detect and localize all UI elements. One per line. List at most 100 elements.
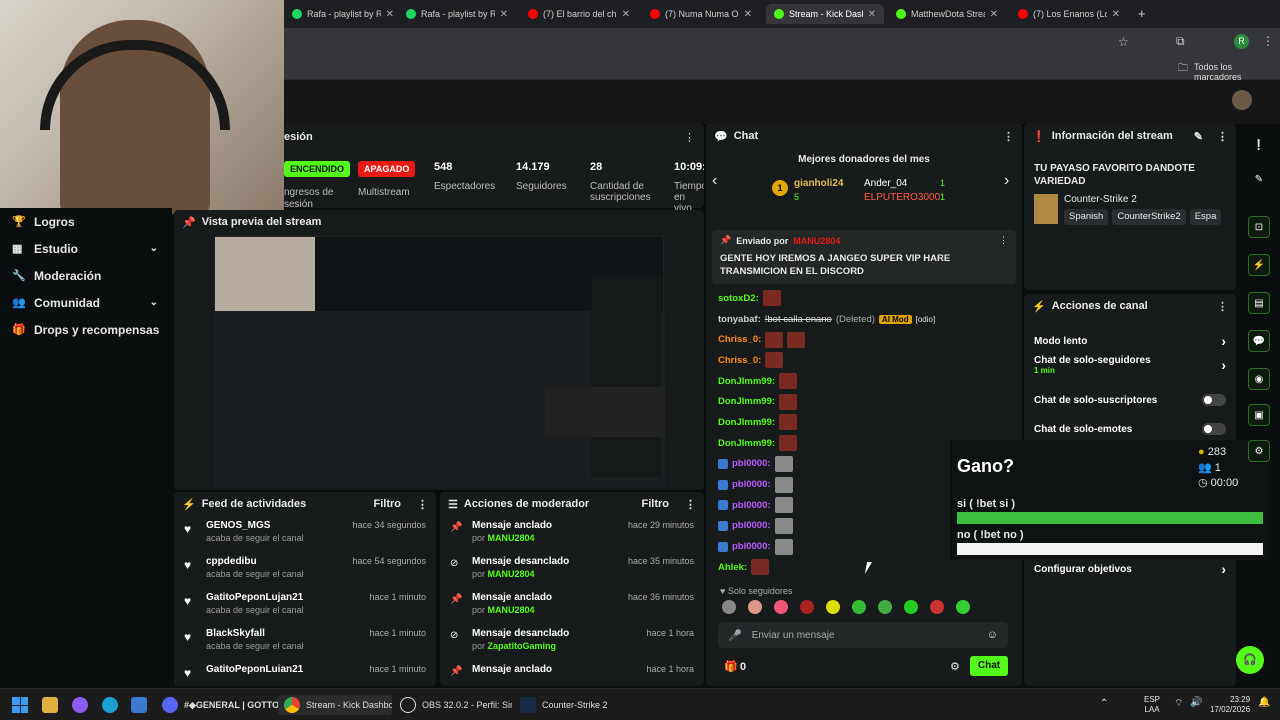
chevron-down-icon[interactable]: ⌄ [150, 243, 158, 254]
multistream-badge[interactable]: APAGADO [358, 161, 416, 177]
file-explorer-icon[interactable] [42, 697, 58, 713]
tab-close-icon[interactable]: ✕ [1112, 9, 1120, 20]
chat-username[interactable]: sotoxD2: [718, 293, 759, 304]
toggle-switch[interactable] [1202, 423, 1226, 435]
chat-send-button[interactable]: Chat [970, 656, 1008, 676]
emote-button[interactable] [774, 600, 788, 614]
emote-button[interactable] [930, 600, 944, 614]
sidebar-item[interactable]: 🎁 Drops y recompensas [0, 316, 172, 343]
activity-user[interactable]: BlackSkyfall [206, 628, 304, 639]
activity-user[interactable]: GENOS_MGS [206, 520, 304, 531]
chat-icon[interactable]: 💬 [1248, 330, 1270, 352]
tab-close-icon[interactable]: ✕ [622, 9, 630, 20]
emote-button[interactable] [878, 600, 892, 614]
emote-button[interactable] [800, 600, 814, 614]
activity-user[interactable]: GatitoPeponLuian21 [206, 664, 303, 675]
channel-action-row[interactable]: Modo lento › [1024, 330, 1236, 352]
channel-action-row[interactable]: Chat de solo-emotes [1024, 418, 1236, 440]
mod-action-user[interactable]: MANU2804 [488, 605, 535, 615]
tray-chevron-icon[interactable]: ⌃ [1100, 698, 1108, 709]
tray-lang[interactable]: ESP LAA [1144, 695, 1160, 715]
emote-button[interactable] [722, 600, 736, 614]
tab-close-icon[interactable]: ✕ [744, 9, 752, 20]
chat-username[interactable]: Ahlek: [718, 562, 747, 573]
chat-username[interactable]: pbl0000: [732, 541, 771, 552]
mod-action-user[interactable]: MANU2804 [488, 569, 535, 579]
channel-action-row[interactable]: Chat de solo-suscriptores [1024, 389, 1236, 411]
browser-tab[interactable]: (7) Numa Numa Origin ✕ [642, 4, 760, 24]
activity-user[interactable]: GatitoPeponLujan21 [206, 592, 304, 603]
sidebar-item[interactable]: 🏆 Logros [0, 208, 172, 235]
emote-button[interactable] [904, 600, 918, 614]
mod-action-user[interactable]: ZapatitoGaming [488, 641, 557, 651]
document-icon[interactable]: ▤ [1248, 292, 1270, 314]
emote-button[interactable] [852, 600, 866, 614]
chat-username[interactable]: DonJImm99: [718, 417, 775, 428]
stream-info-menu-icon[interactable]: ⋮ [1217, 130, 1228, 143]
chat-username[interactable]: pbl0000: [732, 520, 771, 531]
profile-avatar[interactable]: R [1234, 34, 1249, 49]
chat-username[interactable]: pbl0000: [732, 458, 771, 469]
notification-bell-icon[interactable]: 🔔 [1258, 697, 1270, 708]
mod-action-user[interactable]: MANU2804 [488, 533, 535, 543]
tray-clock[interactable]: 23:29 17/02/2026 [1210, 695, 1250, 715]
windows-start-icon[interactable] [12, 697, 28, 713]
edit-icon[interactable]: ✎ [1248, 168, 1270, 190]
chevron-right-icon[interactable]: › [1221, 333, 1226, 349]
tab-close-icon[interactable]: ✕ [500, 9, 508, 20]
new-tab-button[interactable]: + [1138, 6, 1146, 21]
chat-username[interactable]: Chriss_0: [718, 334, 761, 345]
toggle-switch[interactable] [1202, 394, 1226, 406]
user-avatar[interactable] [1232, 90, 1252, 110]
tab-close-icon[interactable]: ✕ [990, 9, 998, 20]
taskbar-chrome[interactable]: Stream - Kick Dashboar [278, 695, 392, 715]
browser-tab[interactable]: (7) Los Enanos (Los E ✕ [1010, 4, 1128, 24]
activity-filter-button[interactable]: Filtro [374, 498, 402, 510]
points-icon[interactable]: 🎁 [724, 660, 738, 673]
tab-close-icon[interactable]: ✕ [386, 9, 394, 20]
app-icon[interactable] [72, 697, 88, 713]
mic-icon[interactable]: 🎤 [728, 629, 742, 642]
mod-filter-button[interactable]: Filtro [642, 498, 670, 510]
chat-username[interactable]: pbl0000: [732, 479, 771, 490]
emote-button[interactable] [748, 600, 762, 614]
browser-tab[interactable]: Rafa - playlist by Rafa ✕ [398, 4, 516, 24]
chat-username[interactable]: Chriss_0: [718, 355, 761, 366]
activity-menu-icon[interactable]: ⋮ [417, 498, 428, 511]
stream-tag[interactable]: Spanish [1064, 209, 1109, 225]
chat-username[interactable]: DonJImm99: [718, 438, 775, 449]
extensions-icon[interactable]: ⧉ [1176, 34, 1185, 49]
browser-tab[interactable]: Stream - Kick Dashboard ✕ [766, 4, 884, 24]
all-bookmarks-link[interactable]: Todos los marcadores [1194, 62, 1280, 82]
taskbar-obs[interactable]: OBS 32.0.2 - Perfil: Sin T [400, 695, 512, 715]
taskbar-discord[interactable]: #◆GENERAL | GOTTO [162, 695, 279, 715]
chat-username[interactable]: DonJImm99: [718, 376, 775, 387]
stream-tag[interactable]: Espa [1189, 209, 1222, 225]
store-icon[interactable] [131, 697, 147, 713]
chevron-down-icon[interactable]: ⌄ [150, 297, 158, 308]
broadcast-icon[interactable]: ◉ [1248, 368, 1270, 390]
tab-close-icon[interactable]: ✕ [868, 9, 876, 20]
channel-actions-menu-icon[interactable]: ⋮ [1217, 300, 1228, 313]
emote-button[interactable] [826, 600, 840, 614]
wifi-icon[interactable]: ⌔ [1174, 697, 1183, 710]
sidebar-item[interactable]: ▦ Estudio ⌄ [0, 235, 172, 262]
camera-icon[interactable]: ⊡ [1248, 216, 1270, 238]
activity-user[interactable]: cppdedibu [206, 556, 304, 567]
help-button[interactable]: 🎧 [1236, 646, 1264, 674]
settings-icon[interactable]: ⚙ [1248, 440, 1270, 462]
layout-icon[interactable]: ▣ [1248, 404, 1270, 426]
browser-tab[interactable]: MatthewDota Stream ✕ [888, 4, 1006, 24]
donors-prev-button[interactable]: ‹ [712, 172, 717, 190]
taskbar-cs[interactable]: Counter-Strike 2 [520, 695, 608, 715]
chevron-right-icon[interactable]: › [1221, 357, 1226, 373]
sidebar-item[interactable]: 👥 Comunidad ⌄ [0, 289, 172, 316]
chat-settings-icon[interactable]: ⚙ [950, 660, 960, 673]
info-icon[interactable]: ❕ [1248, 134, 1270, 156]
chat-username[interactable]: pbl0000: [732, 500, 771, 511]
chat-username[interactable]: DonJImm99: [718, 396, 775, 407]
stream-tag[interactable]: CounterStrike2 [1112, 209, 1186, 225]
channel-action-row[interactable]: Chat de solo-seguidores 1 min › [1024, 354, 1236, 376]
bookmark-star-icon[interactable]: ☆ [1118, 35, 1129, 49]
emoji-icon[interactable]: ☺ [987, 629, 998, 641]
